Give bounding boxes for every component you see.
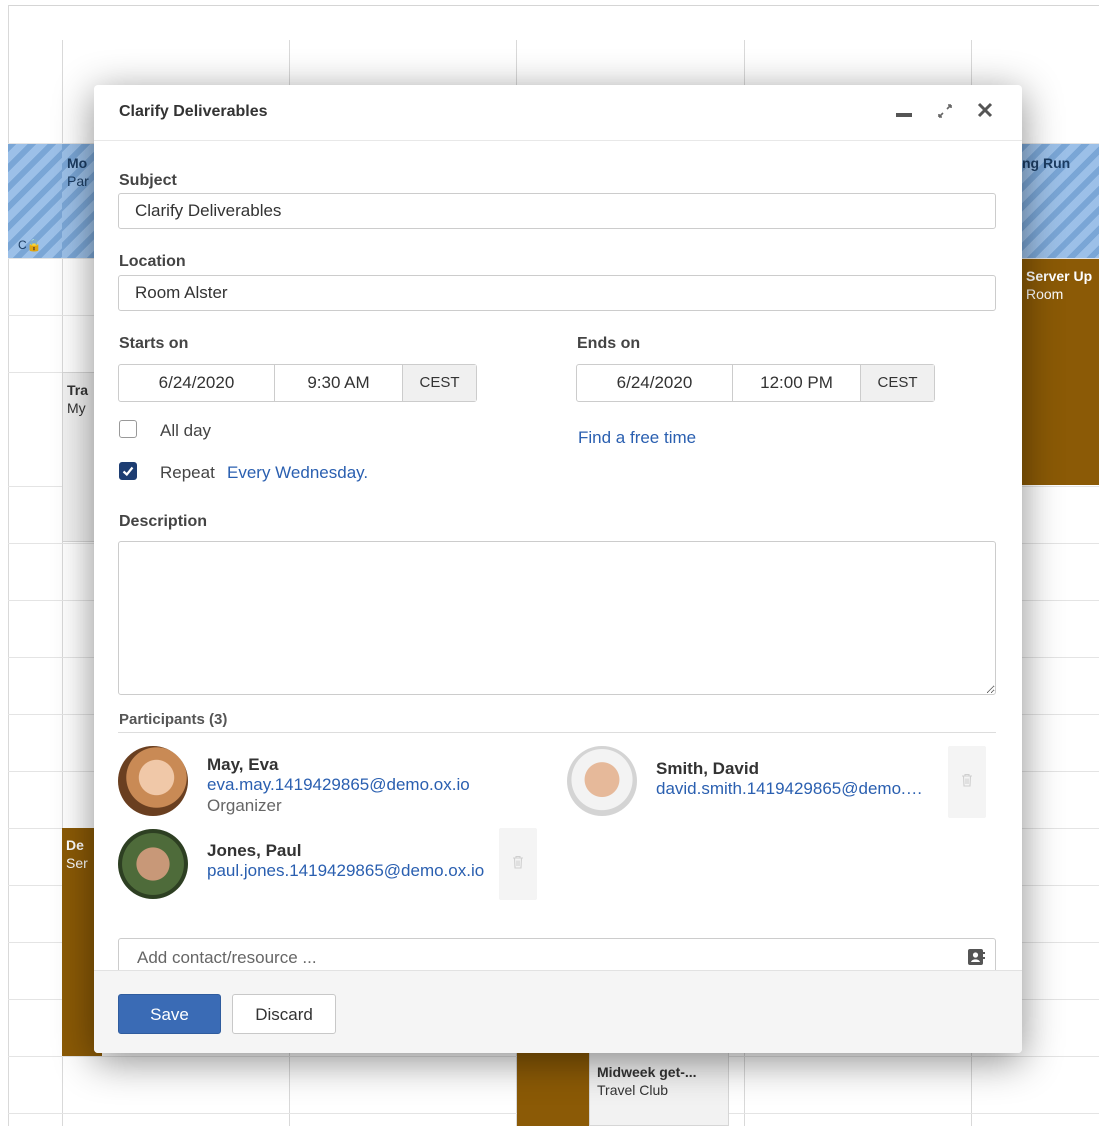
description-label: Description [119,513,208,530]
participants-divider [118,732,996,733]
participant-name: Smith, David [656,759,759,778]
remove-participant-button[interactable] [948,746,986,818]
end-timezone-button[interactable]: CEST [861,365,934,401]
description-textarea[interactable] [118,541,996,695]
add-contact-wrapper: Add contact/resource ... [118,938,996,971]
event-subtitle: Par [67,173,89,189]
participant-role: Organizer [207,796,282,815]
dialog-header: Clarify Deliverables [94,85,1022,141]
calendar-event-brown-right[interactable]: Server Up Room [1022,259,1099,485]
repeat-rule-link[interactable]: Every Wednesday. [227,463,368,483]
ends-on-label: Ends on [577,335,641,352]
all-day-checkbox[interactable] [119,420,137,438]
location-label: Location [119,253,186,270]
participants-heading: Participants (3) [119,711,228,728]
subject-label: Subject [119,172,177,189]
event-subtitle: Travel Club [597,1082,669,1098]
participant-name: May, Eva [207,755,279,774]
event-subtitle: My [67,400,86,416]
address-book-icon[interactable] [967,948,985,971]
avatar [118,829,188,899]
close-icon[interactable] [974,99,996,121]
start-datetime-group: 6/24/2020 9:30 AM CEST [118,364,477,402]
start-time-input[interactable]: 9:30 AM [275,365,403,401]
expand-icon[interactable] [934,99,956,121]
starts-on-label: Starts on [119,335,189,352]
end-datetime-group: 6/24/2020 12:00 PM CEST [576,364,935,402]
participant-email[interactable]: david.smith.1419429865@demo.ox.io [656,779,932,799]
calendar-header-bar [8,5,1099,40]
trash-icon [513,855,523,869]
location-input[interactable]: Room Alster [118,275,996,311]
repeat-label: Repeat [160,463,215,482]
remove-participant-button[interactable] [499,828,537,900]
calendar-event-midweek[interactable]: Midweek get-... Travel Club [589,1052,729,1126]
discard-button[interactable]: Discard [232,994,336,1034]
end-time-input[interactable]: 12:00 PM [733,365,861,401]
event-subtitle: Room [1026,286,1064,302]
refresh-lock-icon: C🔒 [18,238,42,252]
end-date-input[interactable]: 6/24/2020 [577,365,733,401]
event-title: ng Run [1022,155,1071,171]
trash-icon [962,773,972,787]
appointment-dialog: Clarify Deliverables Subject Clarify Del… [94,85,1022,1053]
start-date-input[interactable]: 6/24/2020 [119,365,275,401]
avatar [567,746,637,816]
repeat-checkbox[interactable] [119,462,137,480]
checkmark-icon [122,466,134,477]
save-button[interactable]: Save [118,994,221,1034]
add-contact-input[interactable]: Add contact/resource ... [118,938,996,971]
minimize-icon[interactable] [893,99,915,121]
event-subtitle: Ser [66,855,88,871]
calendar-event-blue-allday[interactable]: C🔒 [8,144,62,258]
find-free-time-link[interactable]: Find a free time [578,428,696,448]
subject-input[interactable]: Clarify Deliverables [118,193,996,229]
avatar [118,746,188,816]
participant-name: Jones, Paul [207,841,302,860]
event-title: Midweek get-... [597,1064,697,1080]
event-title: Server Up [1026,268,1093,284]
participant-email[interactable]: eva.may.1419429865@demo.ox.io [207,775,507,795]
start-timezone-button[interactable]: CEST [403,365,476,401]
all-day-label: All day [160,421,212,440]
dialog-footer: Save Discard [94,970,1022,1053]
dialog-title: Clarify Deliverables [119,103,268,120]
participant-email[interactable]: paul.jones.1419429865@demo.ox.io [207,861,489,881]
add-contact-placeholder: Add contact/resource ... [137,948,317,967]
calendar-event-brown-bottom[interactable] [517,1052,589,1126]
calendar-event-blue-right[interactable]: ng Run [1022,144,1099,258]
